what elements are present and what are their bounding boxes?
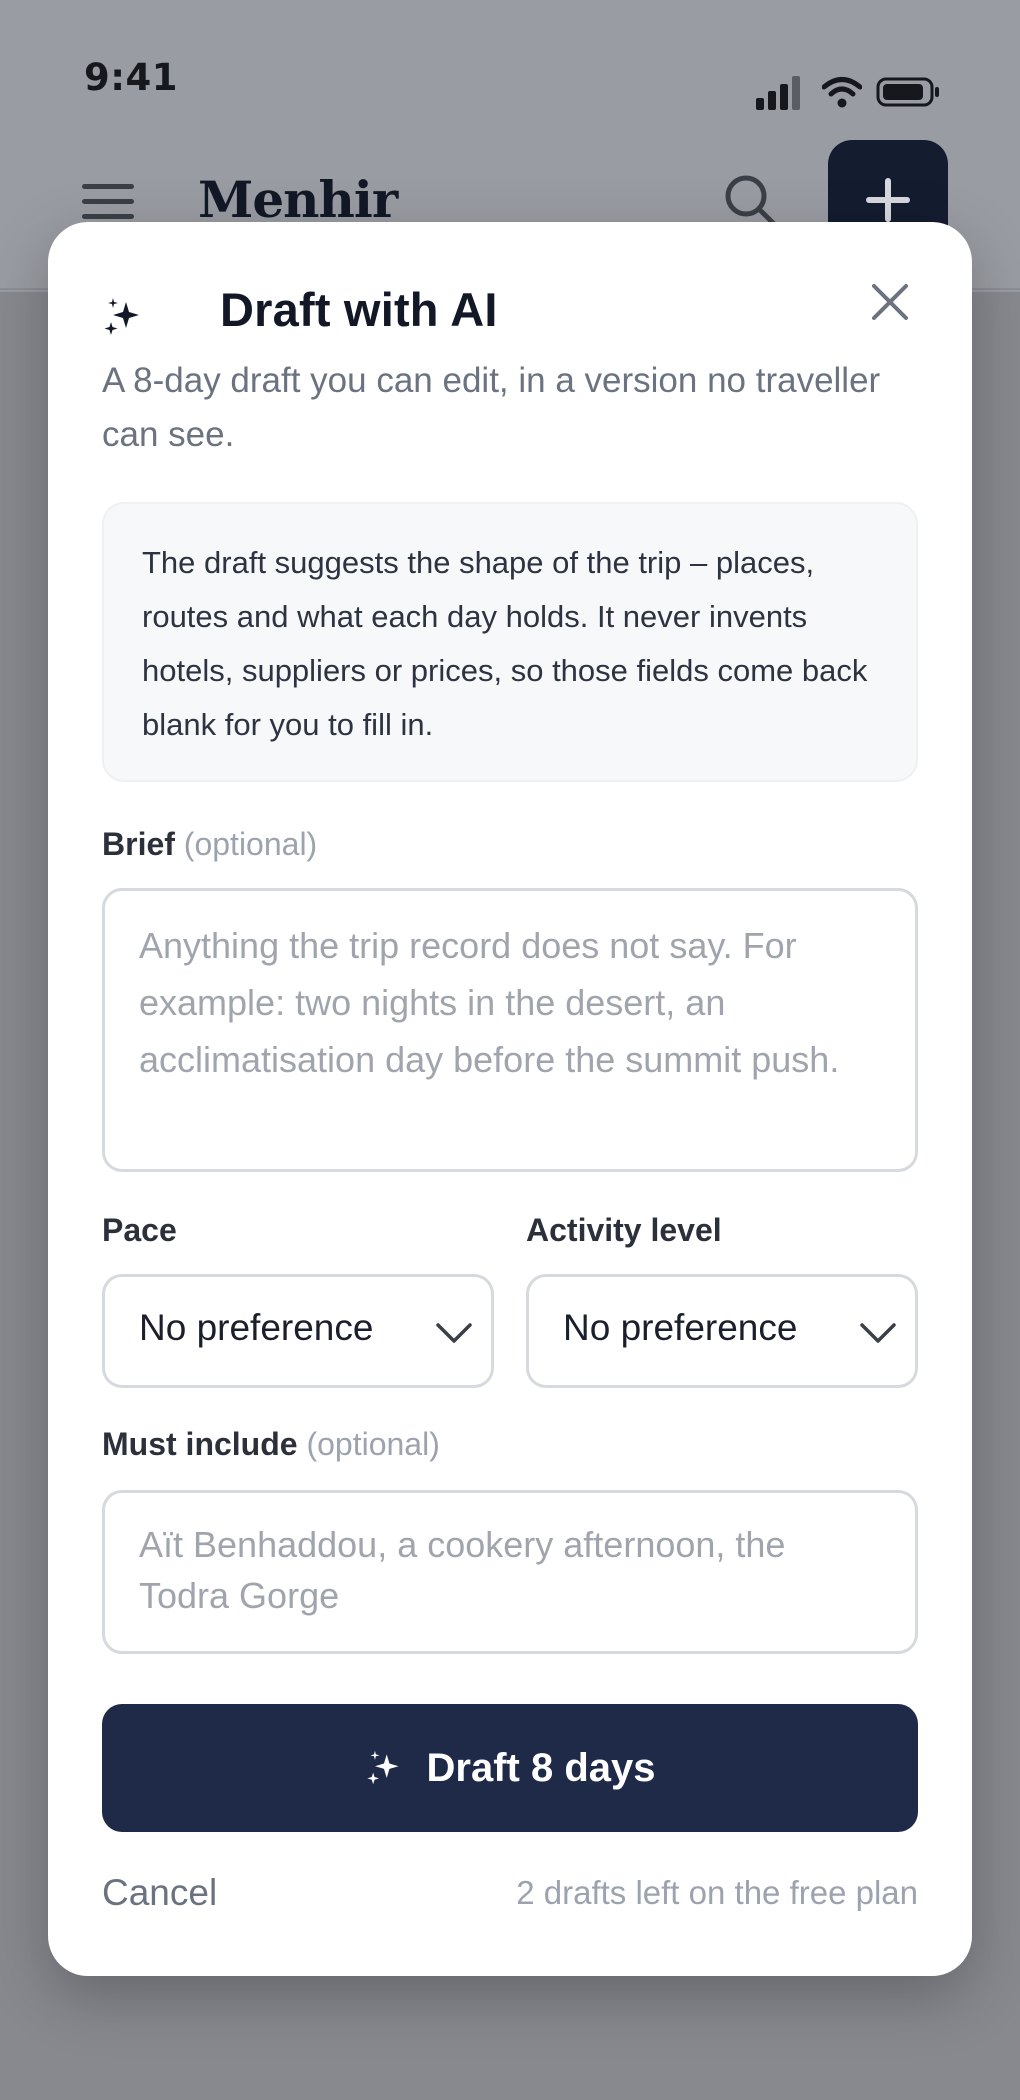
dialog-title: Draft with AI	[220, 283, 498, 336]
draft-days-button[interactable]: Draft 8 days	[102, 1704, 918, 1832]
brief-label: Brief (optional)	[102, 826, 317, 863]
draft-with-ai-dialog: Draft with AI A 8-day draft you can edit…	[48, 222, 972, 1976]
must-include-label-text: Must include	[102, 1426, 298, 1462]
cancel-button[interactable]: Cancel	[102, 1872, 217, 1914]
status-icons	[756, 74, 946, 114]
must-include-label: Must include (optional)	[102, 1426, 440, 1463]
info-notice-text: The draft suggests the shape of the trip…	[142, 545, 868, 742]
close-icon[interactable]	[870, 282, 910, 322]
status-time: 9:41	[84, 56, 179, 99]
must-include-textarea[interactable]: Aït Benhaddou, a cookery afternoon, the …	[102, 1490, 918, 1654]
must-include-optional-hint: (optional)	[306, 1426, 440, 1462]
activity-level-label: Activity level	[526, 1212, 722, 1248]
brief-optional-hint: (optional)	[183, 826, 318, 862]
dialog-subtitle: A 8-day draft you can edit, in a version…	[102, 361, 881, 454]
pace-select[interactable]: No preference	[102, 1274, 494, 1388]
wifi-icon	[822, 77, 862, 108]
chevron-down-icon	[436, 1323, 472, 1343]
chevron-down-icon	[860, 1323, 896, 1343]
battery-icon	[876, 77, 939, 107]
drafts-quota-text: 2 drafts left on the free plan	[516, 1874, 918, 1911]
status-bar: 9:41	[0, 0, 1020, 140]
brief-label-text: Brief	[102, 826, 175, 862]
activity-level-select-value: No preference	[563, 1307, 798, 1348]
pace-label: Pace	[102, 1212, 177, 1248]
activity-level-select[interactable]: No preference	[526, 1274, 918, 1388]
info-notice: The draft suggests the shape of the trip…	[102, 502, 918, 782]
menu-icon[interactable]	[82, 180, 134, 224]
pace-select-value: No preference	[139, 1307, 374, 1348]
search-icon[interactable]	[722, 172, 778, 228]
plus-icon	[866, 178, 910, 222]
brief-placeholder: Anything the trip record does not say. F…	[139, 925, 840, 1080]
sparkle-icon	[104, 298, 139, 335]
draft-days-button-label: Draft 8 days	[426, 1745, 656, 1790]
cellular-signal-icon	[756, 76, 800, 110]
sparkle-icon	[366, 1750, 398, 1785]
dialog-header: Draft with AI	[102, 282, 922, 362]
brief-textarea[interactable]: Anything the trip record does not say. F…	[102, 888, 918, 1172]
brand-logo: Menhir	[198, 170, 398, 229]
must-include-placeholder: Aït Benhaddou, a cookery afternoon, the …	[139, 1524, 786, 1616]
